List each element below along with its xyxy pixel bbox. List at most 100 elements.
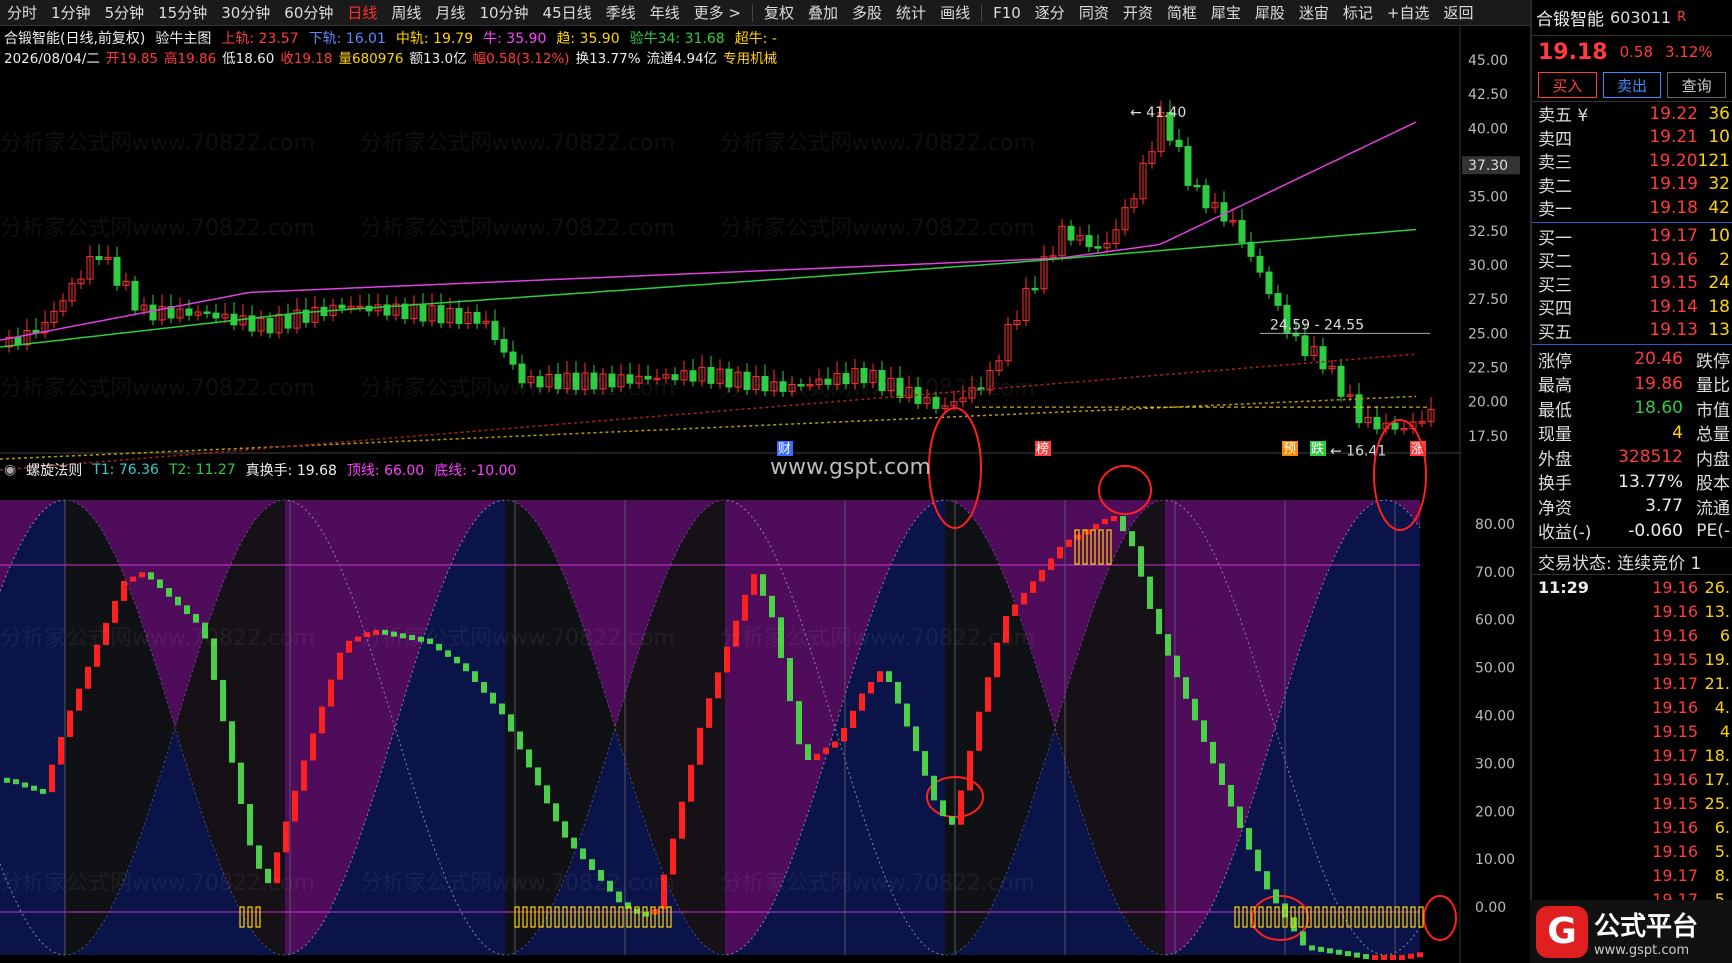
toolbar-item[interactable]: 画线 <box>933 0 977 26</box>
toolbar-item[interactable]: 周线 <box>384 0 428 26</box>
oscillator-bar <box>1246 828 1252 850</box>
price-axis-label: 25.00 <box>1468 326 1508 342</box>
toolbar-item[interactable]: 60分钟 <box>277 0 340 26</box>
toolbar-item[interactable]: 30分钟 <box>214 0 277 26</box>
toolbar-item[interactable]: 分时 <box>0 0 44 26</box>
ask-row[interactable]: 卖三 19.20 121 <box>1532 149 1732 174</box>
toolbar-item[interactable]: 更多 > <box>687 0 748 26</box>
toolbar-separator <box>981 3 983 22</box>
oscillator-bar <box>535 767 541 786</box>
toolbar-item[interactable]: 逐分 <box>1028 0 1072 26</box>
indicator-name[interactable]: 验牛主图 <box>155 28 211 48</box>
book-label: 买二 <box>1538 252 1572 273</box>
ask-row[interactable]: 卖一 19.18 42 <box>1532 196 1732 221</box>
tick-row: 19.16 6. <box>1532 815 1732 839</box>
sector-label[interactable]: 专用机械 <box>723 47 777 67</box>
quote-header: 合锻智能 603011 R <box>1532 0 1732 36</box>
indicator-settings-icon[interactable]: ◉ <box>4 462 16 478</box>
toolbar-item[interactable]: 5分钟 <box>98 0 152 26</box>
tick-price: 19.16 <box>1652 601 1698 621</box>
toolbar-item[interactable]: 月线 <box>428 0 472 26</box>
bid-row[interactable]: 买五 19.13 13 <box>1532 319 1732 343</box>
quote-panel: 合锻智能 603011 R 19.18 0.58 3.12% 买入 卖出 查询 … <box>1530 0 1732 963</box>
tick-list[interactable]: 11:29 19.16 26. 19.16 13. 19.16 6 19.15 19. 19.17… <box>1532 575 1732 911</box>
bid-row[interactable]: 买二 19.16 2 <box>1532 248 1732 273</box>
book-label: 卖三 <box>1538 153 1572 174</box>
toolbar-item[interactable]: 开资 <box>1116 0 1160 26</box>
super-bull-value: 超牛: - <box>734 31 777 47</box>
stat-label-2: 跌停 <box>1696 351 1730 372</box>
stat-value: 3.77 <box>1645 496 1683 517</box>
toolbar-item[interactable]: 复权 <box>757 0 801 26</box>
ma-yellow-dashed <box>0 395 1417 460</box>
candle-body <box>131 280 139 311</box>
toolbar-item[interactable]: 季线 <box>599 0 643 26</box>
watermark-text: 分析家公式网www.70822.com <box>360 626 675 651</box>
tick-row: 19.16 4. <box>1532 695 1732 719</box>
oscillator-bar <box>1210 741 1216 764</box>
oscillator-bar <box>769 595 775 618</box>
toolbar-item[interactable]: 迷宙 <box>1292 0 1336 26</box>
oscillator-bar <box>1156 608 1162 635</box>
bar-low: 低18.60 <box>222 51 275 67</box>
toolbar-item[interactable]: 45日线 <box>536 0 599 26</box>
bid-row[interactable]: 买三 19.15 24 <box>1532 272 1732 296</box>
bid-row[interactable]: 买四 19.14 18 <box>1532 295 1732 320</box>
ask-book: 卖五 ¥19.22 36 卖四 19.21 10 卖三 19.20 121 卖二 19.19 32 卖… <box>1532 102 1732 221</box>
toolbar-item[interactable]: 年线 <box>643 0 687 26</box>
stat-label-2: PE(- <box>1696 520 1730 541</box>
buy-button[interactable]: 买入 <box>1538 72 1597 98</box>
toolbar-item[interactable]: 叠加 <box>801 0 845 26</box>
oscillator-bar <box>1255 849 1261 872</box>
toolbar-item[interactable]: 10分钟 <box>472 0 535 26</box>
oscillator-bar <box>292 790 298 822</box>
oscillator-bar <box>157 579 163 589</box>
ask-row[interactable]: 卖五 ¥ 19.22 36 <box>1532 102 1732 127</box>
toolbar-item[interactable]: 多股 <box>845 0 889 26</box>
toolbar-item[interactable]: F10 <box>986 0 1028 26</box>
site-watermark: www.gspt.com <box>770 455 931 480</box>
ask-row[interactable]: 卖二 19.19 32 <box>1532 173 1732 197</box>
top-line-value: 顶线: 66.00 <box>346 463 425 479</box>
oscillator-bar <box>1147 576 1153 609</box>
oscillator-bar <box>283 821 289 853</box>
stats-divider <box>1532 344 1732 345</box>
toolbar-item[interactable]: 返回 <box>1437 0 1481 26</box>
stat-label-2: 市值 <box>1696 400 1730 421</box>
oscillator-bar <box>571 837 577 849</box>
sub-indicator-name[interactable]: 螺旋法则 <box>26 460 82 480</box>
toolbar-item[interactable]: 统计 <box>889 0 933 26</box>
tick-row: 19.15 19. <box>1532 647 1732 671</box>
kline-chart-area[interactable]: 45.00 42.50 40.00 37.30 35.00 32.50 30.00 27.50… <box>0 26 1530 963</box>
toolbar-item[interactable]: 简框 <box>1160 0 1204 26</box>
toolbar-item[interactable]: 标记 <box>1336 0 1380 26</box>
toolbar-item[interactable]: 1分钟 <box>44 0 98 26</box>
highlight-circle <box>1423 895 1457 941</box>
bar-open: 开19.85 <box>105 51 159 67</box>
book-vol: 42 <box>1708 197 1730 218</box>
sell-button[interactable]: 卖出 <box>1602 72 1662 98</box>
oscillator-bar <box>1408 953 1414 959</box>
toolbar-item[interactable]: 同资 <box>1072 0 1116 26</box>
oscillator-bar <box>1111 516 1117 522</box>
stat-value: 20.46 <box>1634 349 1683 370</box>
watermark-text: 分析家公式网www.70822.com <box>720 131 1035 156</box>
query-button[interactable]: 查询 <box>1667 72 1727 98</box>
toolbar-item[interactable]: 日线 <box>340 0 384 26</box>
stat-label-2: 内盘 <box>1696 449 1730 470</box>
logo-g-icon: G <box>1536 905 1588 958</box>
watermark-text: 分析家公式网www.70822.com <box>0 216 315 241</box>
toolbar-item[interactable]: 犀股 <box>1248 0 1292 26</box>
oscillator-bar <box>1192 698 1198 721</box>
toolbar-item[interactable]: +自选 <box>1380 0 1437 26</box>
bid-row[interactable]: 买一 19.17 10 <box>1532 225 1732 249</box>
book-price: 19.15 <box>1649 273 1698 294</box>
oscillator-bar <box>1057 546 1063 559</box>
toolbar-item[interactable]: 犀宝 <box>1204 0 1248 26</box>
book-label: 卖四 <box>1538 129 1572 150</box>
t1-value: T1: 76.36 <box>92 462 159 478</box>
oscillator-bar <box>805 744 811 760</box>
ask-row[interactable]: 卖四 19.21 10 <box>1532 126 1732 150</box>
toolbar-item[interactable]: 15分钟 <box>151 0 214 26</box>
watermark-text: 分析家公式网www.70822.com <box>0 131 315 156</box>
